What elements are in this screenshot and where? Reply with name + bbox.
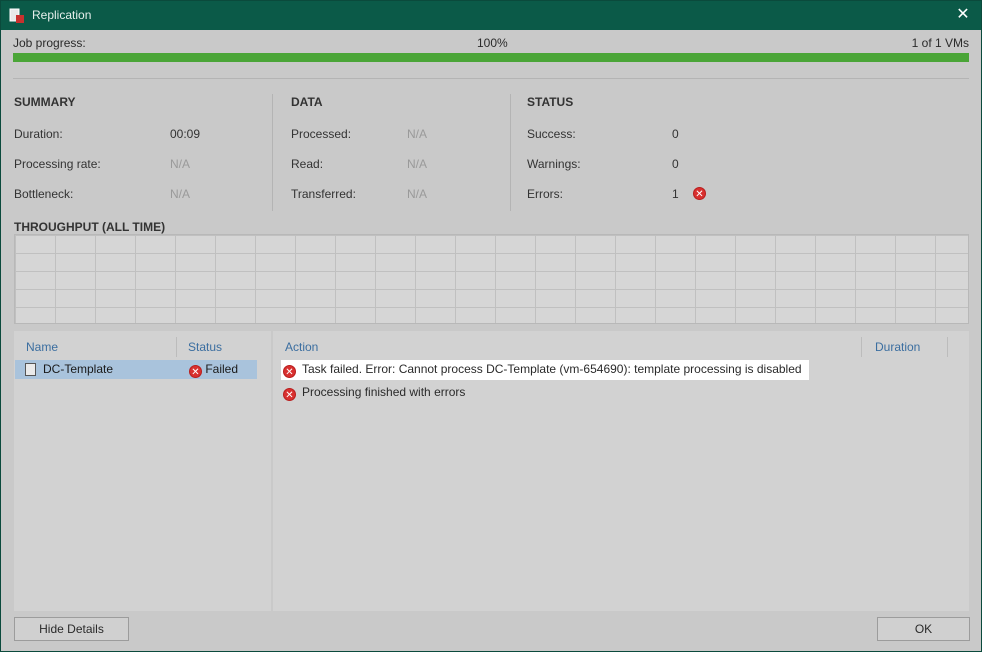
job-progress-count: 1 of 1 VMs: [911, 36, 969, 50]
job-progress-row: Job progress: 100% 1 of 1 VMs: [13, 36, 969, 50]
errors-value: 1: [672, 187, 679, 201]
vm-row[interactable]: DC-Template ✕ Failed: [15, 360, 257, 379]
log-line-text: Processing finished with errors: [302, 385, 466, 399]
hide-details-button[interactable]: Hide Details: [14, 617, 129, 641]
section-separator: [510, 94, 511, 211]
bottleneck-label: Bottleneck:: [14, 187, 74, 201]
vm-list-panel: Name Status DC-Template ✕ Failed: [14, 331, 271, 611]
processing-rate-label: Processing rate:: [14, 157, 101, 171]
data-title: DATA: [291, 95, 323, 109]
processed-value: N/A: [407, 127, 428, 141]
log-line[interactable]: ✕ Processing finished with errors: [283, 385, 465, 401]
job-progress-bar: [13, 53, 969, 62]
column-separator: [861, 337, 862, 357]
processed-label: Processed:: [291, 127, 352, 141]
warnings-label: Warnings:: [527, 157, 581, 171]
divider: [13, 78, 969, 79]
column-separator: [176, 337, 177, 357]
throughput-chart: [14, 234, 969, 324]
action-column-header[interactable]: Action: [285, 340, 318, 354]
status-title: STATUS: [527, 95, 574, 109]
window-title: Replication: [32, 8, 92, 22]
warnings-value: 0: [672, 157, 679, 171]
action-log-panel: Action Duration ✕ Task failed. Error: Can…: [273, 331, 969, 611]
throughput-title: THROUGHPUT (ALL TIME): [14, 220, 166, 234]
bottleneck-value: N/A: [170, 187, 191, 201]
column-separator: [947, 337, 948, 357]
ok-button[interactable]: OK: [877, 617, 970, 641]
read-label: Read:: [291, 157, 324, 171]
summary-title: SUMMARY: [14, 95, 76, 109]
errors-label: Errors:: [527, 187, 563, 201]
log-line-text: Task failed. Error: Cannot process DC-Te…: [302, 362, 802, 376]
duration-label: Duration:: [14, 127, 63, 141]
error-x-icon: ✕: [283, 388, 296, 401]
processing-rate-value: N/A: [170, 157, 191, 171]
log-line[interactable]: ✕ Task failed. Error: Cannot process DC-T…: [281, 360, 809, 380]
job-progress-label: Job progress:: [13, 36, 86, 50]
replication-app-icon: [9, 8, 24, 23]
close-icon[interactable]: ✕: [953, 5, 973, 25]
error-x-icon: ✕: [693, 187, 706, 200]
vm-status-text: Failed: [205, 362, 239, 376]
read-value: N/A: [407, 157, 428, 171]
vm-name: DC-Template: [43, 362, 114, 376]
transferred-value: N/A: [407, 187, 428, 201]
job-progress-fill: [13, 53, 969, 62]
replication-window: Replication ✕ Job progress: 100% 1 of 1 …: [0, 0, 982, 652]
job-progress-percent: 100%: [477, 36, 508, 50]
title-bar: Replication ✕: [1, 1, 981, 30]
error-x-icon: ✕: [283, 365, 296, 378]
status-column-header[interactable]: Status: [188, 340, 222, 354]
section-separator: [272, 94, 273, 211]
transferred-label: Transferred:: [291, 187, 356, 201]
duration-column-header[interactable]: Duration: [875, 340, 920, 354]
success-label: Success:: [527, 127, 576, 141]
error-x-icon: ✕: [189, 365, 202, 378]
duration-value: 00:09: [170, 127, 201, 141]
name-column-header[interactable]: Name: [26, 340, 58, 354]
vm-status: ✕ Failed: [189, 362, 238, 378]
vm-template-icon: [25, 363, 36, 376]
success-value: 0: [672, 127, 679, 141]
